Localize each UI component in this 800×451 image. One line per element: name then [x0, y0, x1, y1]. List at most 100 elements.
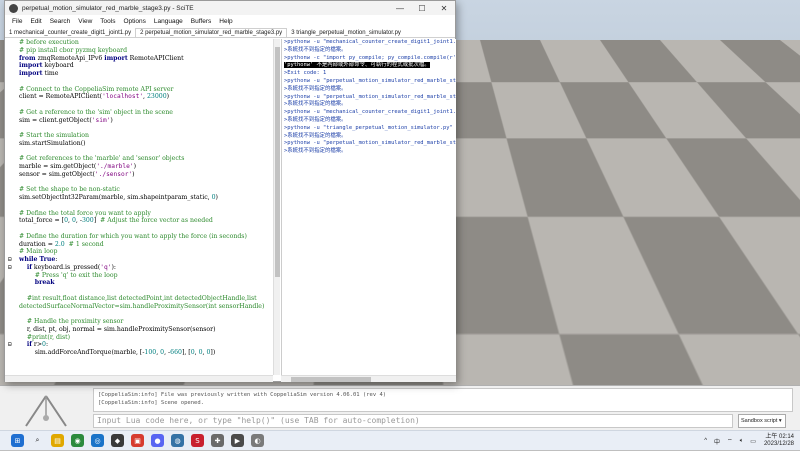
code-line[interactable]: if r>0: ⊟ [8, 341, 273, 349]
menu-options[interactable]: Options [119, 18, 149, 25]
code-line[interactable]: client = RemoteAPIClient('localhost', 23… [19, 93, 273, 101]
code-line[interactable]: break [19, 279, 273, 287]
minimize-button[interactable]: — [389, 4, 411, 13]
code-line[interactable]: # Press 'q' to exit the loop [19, 272, 273, 280]
volume-icon[interactable]: 🔈︎ [740, 438, 744, 445]
code-line[interactable]: # Define the duration for which you want… [19, 233, 273, 241]
code-line[interactable]: # before execution [19, 39, 273, 47]
file-tab[interactable]: 3 triangle_perpetual_motion_simulator.py [287, 29, 405, 37]
fold-marker-icon[interactable]: ⊟ [8, 264, 12, 272]
code-content[interactable]: # before execution # pip install cbor pyz… [5, 39, 273, 357]
console-log-line: [CoppeliaSim:info] Scene opened. [98, 400, 204, 406]
output-line: >系統找不到指定的檔案。 [284, 116, 347, 123]
app-icon-2[interactable]: ✚ [211, 434, 224, 447]
output-horizontal-scrollbar[interactable] [281, 375, 456, 382]
code-line[interactable]: # Define the total force you want to app… [19, 210, 273, 218]
code-line[interactable]: sim = client.getObject('sim') [19, 117, 273, 125]
taskbar-clock[interactable]: 上午 02:14 2023/12/28 [764, 434, 794, 448]
code-editor[interactable]: # before execution # pip install cbor pyz… [5, 39, 273, 375]
code-line[interactable] [19, 101, 273, 109]
code-line[interactable]: # Connect to the CoppeliaSim remote API … [19, 86, 273, 94]
code-line[interactable]: detectedSurfaceNormalVector=sim.handlePr… [19, 303, 273, 311]
code-line[interactable] [19, 202, 273, 210]
editor-vertical-scrollbar[interactable] [273, 39, 280, 375]
code-line[interactable]: r, dist, pt, obj, normal = sim.handlePro… [19, 326, 273, 334]
code-line[interactable]: duration = 2.0 # 1 second [19, 241, 273, 249]
menu-buffers[interactable]: Buffers [187, 18, 215, 25]
output-line: >系統找不到指定的檔案。 [284, 101, 347, 108]
chrome-icon[interactable]: ◉ [71, 434, 84, 447]
script-selector-label: Sandbox script [741, 418, 778, 424]
editor-scroll-thumb[interactable] [275, 47, 280, 277]
code-line[interactable]: # Get a reference to the 'sim' object in… [19, 109, 273, 117]
code-line[interactable] [19, 225, 273, 233]
code-line[interactable] [19, 287, 273, 295]
app-icon[interactable]: ▣ [131, 434, 144, 447]
windows-icon[interactable]: ⊞ [11, 434, 24, 447]
code-line[interactable] [19, 179, 273, 187]
menu-view[interactable]: View [74, 18, 96, 25]
maximize-button[interactable]: ☐ [411, 4, 433, 13]
file-explorer-icon[interactable]: ▤ [51, 434, 64, 447]
search-icon[interactable]: ⌕ [31, 434, 44, 447]
menu-bar: File Edit Search View Tools Options Language Bu… [5, 15, 455, 27]
code-line[interactable]: # Main loop [19, 248, 273, 256]
code-line[interactable]: # pip install cbor pyzmq keyboard [19, 47, 273, 55]
code-line[interactable]: sim.setObjectInt32Param(marble, sim.shap… [19, 194, 273, 202]
code-line[interactable]: sim.startSimulation() [19, 140, 273, 148]
discord-icon[interactable]: ● [151, 434, 164, 447]
script-selector-dropdown[interactable]: Sandbox script ▾ [738, 414, 786, 428]
code-line[interactable]: # Set the shape to be non-static [19, 186, 273, 194]
code-line[interactable]: marble = sim.getObject('./marble') [19, 163, 273, 171]
code-line[interactable] [19, 310, 273, 318]
code-line[interactable]: # Start the simulation [19, 132, 273, 140]
scite-icon[interactable]: ▶ [231, 434, 244, 447]
output-scroll-thumb[interactable] [291, 377, 371, 382]
code-line[interactable]: import keyboard [19, 62, 273, 70]
network-icon[interactable]: ⌔ [727, 437, 733, 445]
code-line[interactable]: total_force = [0, 0, -300] # Adjust the … [19, 217, 273, 225]
clock-time: 上午 02:14 [765, 434, 794, 440]
file-tab[interactable]: 1 mechanical_counter_create_digit1_joint… [5, 29, 135, 37]
menu-search[interactable]: Search [46, 18, 75, 25]
code-line[interactable] [19, 124, 273, 132]
code-line[interactable]: if keyboard.is_pressed('q'): ⊟ [8, 264, 273, 272]
code-line[interactable]: from zmqRemoteApi_IPv6 import RemoteAPIC… [19, 55, 273, 63]
menu-tools[interactable]: Tools [96, 18, 119, 25]
code-line[interactable]: sensor = sim.getObject('./sensor') [19, 171, 273, 179]
fold-marker-icon[interactable]: ⊟ [8, 341, 12, 349]
tray-overflow-button[interactable]: ^ [704, 438, 707, 444]
output-pane[interactable]: >pythonw -u "mechanical_counter_create_d… [281, 39, 456, 375]
code-line[interactable]: # Handle the proximity sensor [19, 318, 273, 326]
code-line[interactable]: #print(r, dist) [19, 334, 273, 342]
solidworks-icon[interactable]: S [191, 434, 204, 447]
coppeliasim-icon[interactable]: ◆ [111, 434, 124, 447]
menu-help[interactable]: Help [215, 18, 236, 25]
battery-icon[interactable]: ▭ [750, 438, 756, 445]
menu-file[interactable]: File [8, 18, 26, 25]
code-line[interactable] [19, 78, 273, 86]
code-line[interactable]: while True: ⊟ [8, 256, 273, 264]
system-tray: ^ 中 ⌔ 🔈︎ ▭ 上午 02:14 2023/12/28 [697, 431, 794, 451]
file-tab[interactable]: 2 perpetual_motion_simulator_red_marble_… [135, 28, 288, 37]
output-line: >系統找不到指定的檔案。 [284, 85, 347, 92]
app-icon-3[interactable]: ◐ [251, 434, 264, 447]
code-line[interactable] [19, 148, 273, 156]
menu-language[interactable]: Language [150, 18, 187, 25]
scite-window[interactable]: perpetual_motion_simulator_red_marble_st… [4, 0, 456, 382]
close-button[interactable]: ✕ [433, 4, 455, 13]
title-bar[interactable]: perpetual_motion_simulator_red_marble_st… [5, 1, 455, 15]
marble[interactable] [606, 202, 618, 214]
code-line[interactable]: sim.addForceAndTorque(marble, [-100, 0, … [19, 349, 273, 357]
python-icon[interactable]: ◍ [171, 434, 184, 447]
taskbar-apps: ⊞ ⌕ ▤ ◉ ◎ ◆ ▣ ● ◍ S ✚ ▶ ◐ [4, 434, 264, 447]
lua-command-input[interactable]: Input Lua code here, or type "help()" (u… [93, 414, 733, 428]
editor-horizontal-scrollbar[interactable] [5, 375, 273, 382]
edge-icon[interactable]: ◎ [91, 434, 104, 447]
fold-marker-icon[interactable]: ⊟ [8, 256, 12, 264]
code-line[interactable]: # Get references to the 'marble' and 'se… [19, 155, 273, 163]
menu-edit[interactable]: Edit [26, 18, 45, 25]
code-line[interactable]: import time [19, 70, 273, 78]
ime-indicator[interactable]: 中 [714, 437, 720, 446]
code-line[interactable]: #int result,float distance,list detected… [19, 295, 273, 303]
